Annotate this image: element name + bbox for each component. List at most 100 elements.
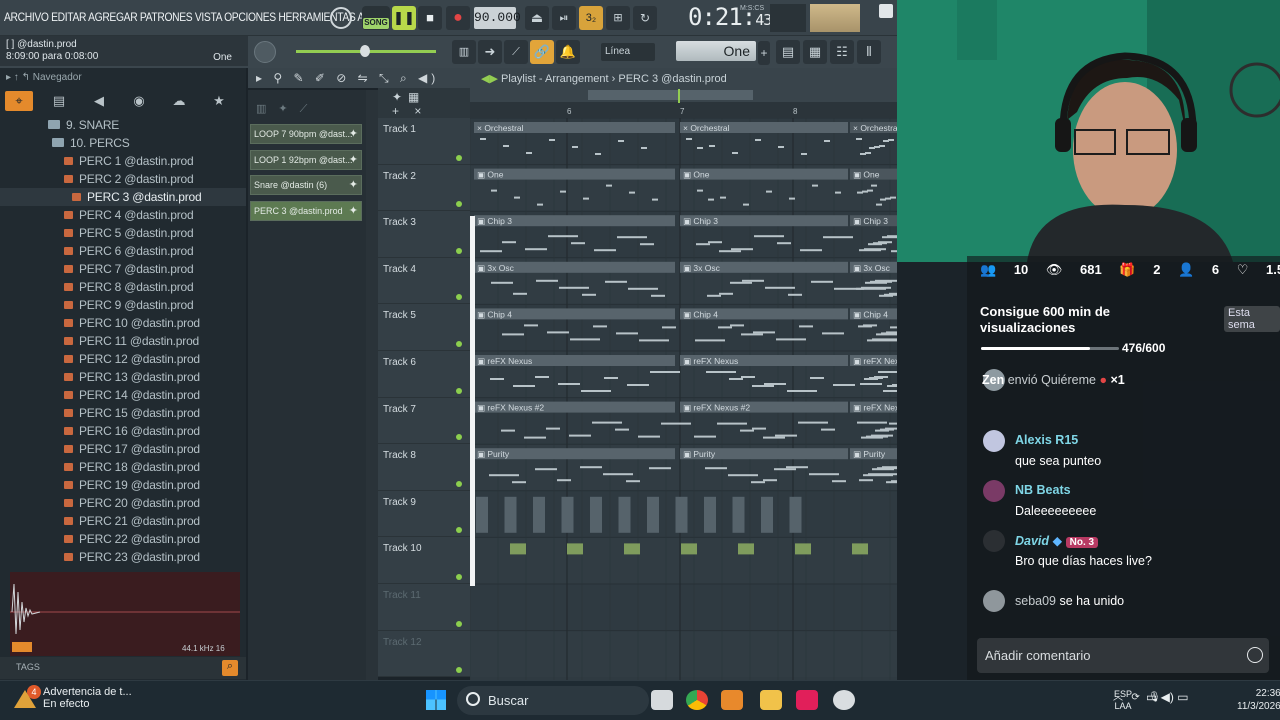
clock[interactable]: 22:36 11/3/2026	[1237, 687, 1280, 713]
network-icon[interactable]: ▭ ◀) ▭	[1146, 690, 1189, 704]
track-mute-led[interactable]	[456, 387, 462, 394]
step-edit-icon[interactable]: ⊞	[606, 6, 630, 30]
wait-for-input-icon[interactable]: ⏯	[552, 6, 576, 30]
metronome-icon[interactable]: ⏏	[525, 6, 549, 30]
browser-file[interactable]: PERC 22 @dastin.prod	[64, 530, 200, 548]
audio-clip[interactable]	[561, 496, 574, 533]
channel-rack-icon[interactable]: ▦	[803, 40, 827, 64]
browser-file[interactable]: PERC 2 @dastin.prod	[64, 170, 194, 188]
audio-clip[interactable]	[795, 543, 811, 555]
picker-scrollbar[interactable]	[366, 90, 378, 680]
emoji-icon[interactable]	[1247, 647, 1263, 663]
avatar[interactable]	[983, 430, 1005, 452]
track-header[interactable]: Track 12	[378, 630, 470, 678]
browser-file[interactable]: PERC 21 @dastin.prod	[64, 512, 200, 530]
playlist-tools[interactable]: ▸ ⚲ ✎ ✐ ⊘ ⇋ ⤡ ⌕ ◀)	[256, 71, 439, 86]
track-mute-led[interactable]	[456, 154, 462, 161]
track-header[interactable]: Track 6	[378, 351, 470, 398]
bell-icon[interactable]: 🔔	[556, 40, 580, 64]
browser-file[interactable]: PERC 4 @dastin.prod	[64, 206, 194, 224]
browser-file[interactable]: PERC 16 @dastin.prod	[64, 422, 200, 440]
timeline-ruler[interactable]: 6 7 8	[470, 88, 897, 118]
picker-item[interactable]: LOOP 1 92bpm @dast... ✦	[250, 149, 362, 170]
audio-clip[interactable]	[510, 543, 526, 555]
track-mute-led[interactable]	[456, 247, 462, 254]
track-header[interactable]: Track 3	[378, 211, 470, 258]
browser-file[interactable]: PERC 15 @dastin.prod	[64, 404, 200, 422]
mixer-icon[interactable]: ⫴	[857, 40, 881, 64]
avatar[interactable]	[983, 480, 1005, 502]
track-header-tools[interactable]: ✦▦ + ×	[378, 88, 470, 118]
task-view-icon[interactable]	[651, 690, 673, 710]
track-mute-led[interactable]	[456, 573, 462, 580]
windows-start-icon[interactable]	[426, 690, 446, 710]
master-pitch-handle[interactable]	[360, 45, 370, 57]
browser-file[interactable]: PERC 18 @dastin.prod	[64, 458, 200, 476]
track-mute-led[interactable]	[456, 620, 462, 627]
track-header[interactable]: Track 2	[378, 164, 470, 212]
picker-item[interactable]: LOOP 7 90bpm @dast... ✦	[250, 124, 362, 144]
snap-icon[interactable]: 🔗	[530, 40, 554, 64]
comment-input[interactable]: Añadir comentario	[977, 638, 1269, 673]
piano-icon[interactable]: ▥	[452, 40, 476, 64]
taskbar-search[interactable]: Buscar	[457, 686, 649, 715]
arrangement-grid[interactable]: × Orchestral × Orchestral × Orchestral ▣ On…	[470, 118, 897, 680]
audio-clip[interactable]	[732, 496, 745, 533]
record-button[interactable]: ●	[446, 6, 470, 30]
track-mute-led[interactable]	[456, 480, 462, 487]
audio-clip[interactable]	[789, 496, 802, 533]
track-mute-led[interactable]	[456, 527, 462, 534]
browser-file[interactable]: PERC 5 @dastin.prod	[64, 224, 194, 242]
slide-icon[interactable]: ⟋	[504, 40, 528, 64]
loop-record-icon[interactable]: ↻	[633, 6, 657, 30]
search-icon[interactable]: ⌕	[222, 660, 238, 676]
playlist-window-icon[interactable]: ▤	[776, 40, 800, 64]
browser-file[interactable]: PERC 17 @dastin.prod	[64, 440, 200, 458]
audio-clip[interactable]	[567, 543, 583, 555]
track-header[interactable]: Track 4	[378, 257, 470, 305]
audio-clip[interactable]	[852, 543, 868, 555]
window-button[interactable]	[879, 4, 893, 18]
audio-clip[interactable]	[647, 496, 659, 533]
browser-file[interactable]: PERC 14 @dastin.prod	[64, 386, 200, 404]
picker-item[interactable]: PERC 3 @dastin.prod ✦	[250, 200, 362, 221]
track-header[interactable]: Track 10	[378, 537, 470, 584]
star-icon[interactable]: ★	[205, 91, 233, 111]
browser-folder[interactable]: 9. SNARE	[48, 116, 119, 134]
track-mute-led[interactable]	[456, 667, 462, 674]
track-header[interactable]: Track 7	[378, 397, 470, 445]
browser-file[interactable]: PERC 12 @dastin.prod	[64, 350, 200, 368]
language-indicator[interactable]: ESP LAA	[1114, 688, 1132, 712]
chat-username[interactable]: Alexis R15	[1015, 433, 1078, 447]
audio-clip[interactable]	[675, 496, 688, 533]
browser-file[interactable]: PERC 23 @dastin.prod	[64, 548, 200, 566]
audio-clip[interactable]	[590, 496, 602, 533]
stop-button[interactable]: ■	[418, 6, 442, 30]
pause-button[interactable]: ❚❚	[392, 6, 416, 30]
browser-file[interactable]: PERC 11 @dastin.prod	[64, 332, 199, 350]
song-mode-button[interactable]: SONG	[363, 18, 389, 29]
files-icon[interactable]: ▤	[45, 91, 73, 111]
avatar[interactable]	[983, 590, 1005, 612]
track-header[interactable]: Track 5	[378, 304, 470, 351]
cloud-icon[interactable]: ☁	[165, 91, 193, 111]
audio-clip[interactable]	[533, 496, 545, 533]
track-mute-led[interactable]	[456, 294, 462, 301]
tiktok-icon[interactable]	[796, 690, 818, 710]
arrow-right-icon[interactable]: ➜	[478, 40, 502, 64]
audio-clip[interactable]	[476, 496, 488, 533]
main-menu[interactable]: ARCHIVO EDITAR AGREGAR PATRONES VISTA OP…	[4, 10, 377, 24]
avatar[interactable]	[983, 530, 1005, 552]
picker-tools[interactable]: ▥✦⟋	[256, 102, 319, 116]
track-header[interactable]: Track 8	[378, 444, 470, 491]
pitch-knob[interactable]	[254, 41, 276, 63]
audio-clip[interactable]	[761, 496, 773, 533]
countdown-icon[interactable]: 3₂	[579, 6, 603, 30]
add-pattern-icon[interactable]: +	[758, 41, 770, 65]
folder-icon[interactable]	[760, 690, 782, 710]
snap-mode-select[interactable]: Línea	[601, 43, 655, 61]
audio-clip[interactable]	[504, 496, 517, 533]
weekly-tag[interactable]: Esta sema	[1224, 306, 1280, 332]
chrome-icon[interactable]	[686, 690, 708, 710]
browser-file[interactable]: PERC 6 @dastin.prod	[64, 242, 194, 260]
